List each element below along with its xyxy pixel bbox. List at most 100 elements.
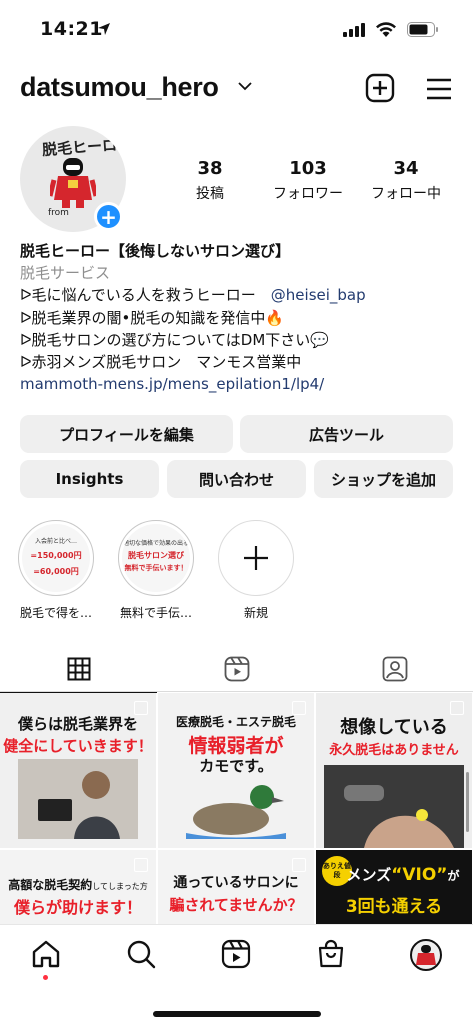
post-caption-line: 騙されてませんか？	[169, 896, 303, 914]
avatar-from-text: from	[48, 208, 69, 218]
hero-mascot-icon	[416, 945, 436, 965]
post-thumbnail[interactable]: 想像している 永久脱毛はありません	[316, 693, 472, 848]
bio-category[interactable]: 脱毛サービス	[20, 262, 460, 284]
post-caption-line: 3回も通える	[345, 897, 443, 917]
bottom-navigation	[0, 924, 473, 1024]
posts-grid: 僕らは脱毛業界を 健全にしていきます！ 医療脱毛・エステ脱毛 情報弱者が カモで…	[0, 692, 473, 924]
story-highlight[interactable]: 適切な価格で効果の出る 脱毛サロン選び 無料で手伝います！ 無料で手伝…	[116, 520, 196, 621]
stat-following-label: フォロー中	[371, 186, 441, 202]
contact-button[interactable]: 問い合わせ	[167, 460, 306, 498]
post-thumbnail[interactable]: 僕らは脱毛業界を 健全にしていきます！	[0, 693, 156, 848]
status-time: 14:21	[40, 18, 103, 40]
highlight-ring: 入会前と比べ… =150,000円 =60,000円	[18, 520, 94, 596]
stat-followers-count: 103	[289, 158, 327, 179]
bio-line-1-text: ᐅ毛に悩んでいる人を救うヒーロー	[20, 286, 271, 305]
search-icon[interactable]	[126, 939, 156, 969]
edit-profile-button[interactable]: プロフィールを編集	[20, 415, 233, 453]
highlight-cover-text: =150,000円	[30, 551, 82, 560]
add-story-button[interactable]: +	[94, 202, 123, 231]
location-arrow-icon	[98, 23, 110, 35]
post-caption-text: 高額な脱毛契約	[8, 878, 93, 892]
post-caption-line: メンズ“VIO”が	[316, 864, 472, 885]
carousel-icon	[134, 858, 148, 872]
post-caption-text: メンズ	[346, 866, 392, 884]
tab-grid[interactable]	[0, 646, 157, 693]
post-caption-line: 想像している	[340, 717, 448, 738]
bio-website-link[interactable]: mammoth-mens.jp/mens_epilation1/lp4/	[20, 373, 460, 395]
post-caption-text: “VIO”	[391, 865, 448, 885]
post-caption-line: 医療脱毛・エステ脱毛	[175, 715, 296, 729]
post-photo	[324, 765, 464, 848]
wifi-icon	[376, 22, 396, 37]
stat-following-count: 34	[393, 158, 419, 179]
notification-dot	[43, 975, 48, 980]
highlight-cover-text: 無料で手伝います！	[124, 564, 188, 572]
home-icon[interactable]	[31, 939, 61, 969]
profile-avatar[interactable]: 脱毛ヒーロー from +	[20, 126, 126, 232]
post-photo	[18, 759, 138, 839]
highlight-cover-text: 脱毛サロン選び	[128, 551, 184, 560]
chevron-down-icon[interactable]	[238, 82, 252, 91]
post-caption-line: 僕らが助けます！	[13, 898, 142, 917]
status-bar: 14:21	[0, 0, 473, 62]
create-post-button[interactable]	[364, 72, 396, 104]
post-caption-line: 通っているサロンに	[173, 875, 299, 891]
bio-mention-link[interactable]: @heisei_bap	[271, 286, 366, 304]
username-switcher[interactable]: datsumou_hero	[20, 72, 219, 103]
highlight-cover-text: =60,000円	[33, 567, 79, 576]
tab-reels[interactable]	[158, 646, 315, 692]
highlight-cover-text: 入会前と比べ…	[34, 538, 77, 545]
stat-posts-label: 投稿	[196, 186, 224, 202]
highlight-label: 脱毛で得を…	[19, 606, 92, 620]
post-caption-line: 健全にしていきます！	[3, 737, 153, 755]
bio-line-4: ᐅ赤羽メンズ脱毛サロン マンモス営業中	[20, 353, 302, 372]
profile-tabs	[0, 646, 473, 693]
hero-mascot-icon	[50, 158, 96, 208]
post-caption-line: 僕らは脱毛業界を	[17, 715, 138, 733]
stat-posts-count: 38	[197, 158, 223, 179]
post-thumbnail[interactable]: ありえ値段 メンズ“VIO”が 3回も通える	[316, 850, 472, 924]
bio-line-2: ᐅ脱毛業界の闇•脱毛の知識を発信中🔥	[20, 308, 285, 327]
post-caption-text: してしまった方	[92, 882, 148, 891]
menu-icon[interactable]	[424, 74, 454, 104]
shop-bag-icon[interactable]	[316, 939, 346, 969]
highlight-cover: 適切な価格で効果の出る 脱毛サロン選び 無料で手伝います！	[122, 524, 190, 592]
post-thumbnail[interactable]: 医療脱毛・エステ脱毛 情報弱者が カモです。	[158, 693, 314, 848]
highlight-ring	[218, 520, 294, 596]
reels-icon	[224, 656, 249, 682]
story-highlight[interactable]: 入会前と比べ… =150,000円 =60,000円 脱毛で得を…	[16, 520, 96, 621]
post-caption-line: カモです。	[199, 757, 273, 775]
insights-button[interactable]: Insights	[20, 460, 159, 498]
stat-posts[interactable]: 38 投稿	[180, 158, 240, 203]
highlight-cover	[222, 524, 290, 592]
stat-following[interactable]: 34 フォロー中	[364, 158, 448, 203]
stat-followers[interactable]: 103 フォロワー	[262, 158, 354, 203]
duck-illustration	[186, 785, 286, 839]
add-shop-button[interactable]: ショップを追加	[314, 460, 453, 498]
tab-tagged[interactable]	[316, 646, 473, 692]
profile-header: datsumou_hero	[0, 68, 473, 112]
stat-followers-label: フォロワー	[273, 186, 343, 202]
post-caption-text: が	[447, 869, 460, 883]
profile-bio: 脱毛ヒーロー【後悔しないサロン選び】 脱毛サービス ᐅ毛に悩んでいる人を救うヒー…	[20, 240, 460, 395]
profile-avatar-tab[interactable]	[410, 939, 442, 971]
scrollbar[interactable]	[466, 772, 469, 832]
highlight-label: 新規	[243, 606, 268, 620]
post-caption-line: 永久脱毛はありません	[329, 743, 459, 758]
reels-icon[interactable]	[221, 939, 251, 969]
new-highlight-button[interactable]: 新規	[216, 520, 296, 621]
grid-icon	[67, 657, 90, 681]
tagged-user-icon	[382, 656, 407, 682]
highlight-ring: 適切な価格で効果の出る 脱毛サロン選び 無料で手伝います！	[118, 520, 194, 596]
post-thumbnail[interactable]: 高額な脱毛契約してしまった方 僕らが助けます！	[0, 850, 156, 924]
cellular-signal-icon	[343, 23, 365, 37]
bio-line-1: ᐅ毛に悩んでいる人を救うヒーロー @heisei_bap	[20, 284, 460, 306]
profile-stats: 38 投稿 103 フォロワー 34 フォロー中	[172, 158, 452, 202]
post-thumbnail[interactable]: 通っているサロンに 騙されてませんか？	[158, 850, 314, 924]
bio-line-3: ᐅ脱毛サロンの選び方についてはDM下さい💬	[20, 330, 329, 349]
bio-name: 脱毛ヒーロー【後悔しないサロン選び】	[20, 242, 291, 260]
carousel-icon	[292, 858, 306, 872]
ad-tools-button[interactable]: 広告ツール	[240, 415, 453, 453]
home-indicator	[153, 1011, 321, 1017]
post-caption-line: 情報弱者が	[188, 735, 284, 757]
